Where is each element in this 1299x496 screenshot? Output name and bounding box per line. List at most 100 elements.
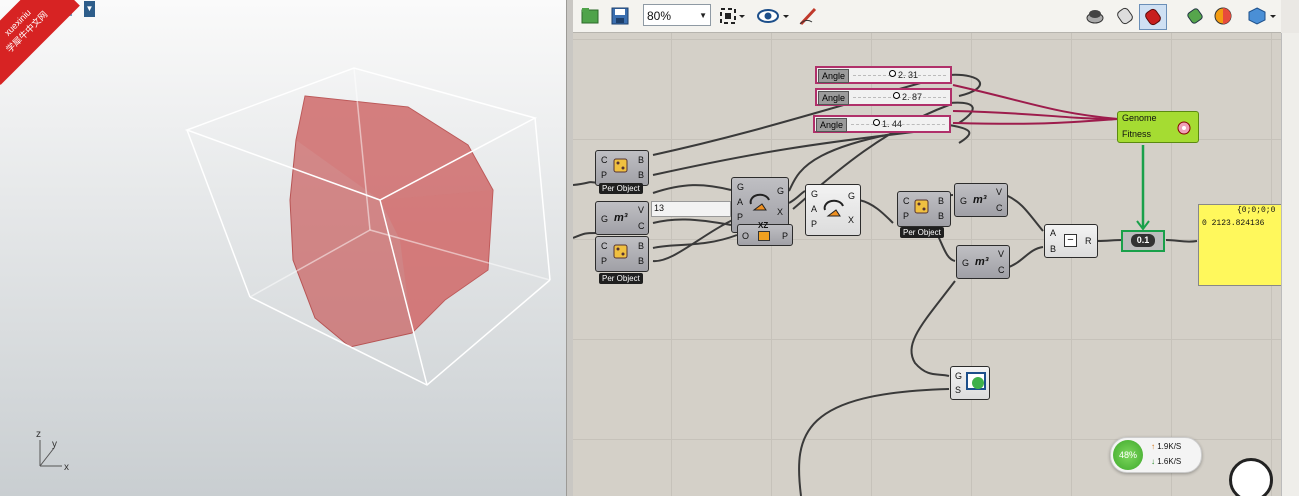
viewport-menu-button[interactable]: ▼ (84, 1, 95, 17)
preview-wire-icon[interactable] (1083, 5, 1107, 27)
viewport-scene: z y x (36, 67, 551, 473)
save-icon[interactable] (609, 5, 631, 27)
port-c[interactable]: C (638, 221, 645, 231)
port-r[interactable]: R (1085, 236, 1092, 246)
bake-icon[interactable] (1183, 5, 1207, 27)
angle-slider-3[interactable]: Angle 1. 44 (813, 115, 951, 133)
sketch-icon[interactable] (797, 5, 821, 27)
port-v[interactable]: V (998, 249, 1004, 259)
port-b[interactable]: B (638, 256, 644, 266)
preview-shaded-icon[interactable] (1113, 5, 1137, 27)
port-p[interactable]: P (737, 212, 743, 222)
panel-header: {0;0;0;0 (1237, 206, 1276, 215)
port-p[interactable]: P (601, 256, 607, 266)
open-file-icon[interactable] (579, 5, 601, 27)
port-c[interactable]: C (998, 265, 1005, 275)
port-b[interactable]: B (638, 170, 644, 180)
number-parameter[interactable]: 0.1 (1121, 230, 1165, 252)
volume-icon: m³ (614, 212, 628, 224)
galapagos-icon (1177, 121, 1191, 135)
port-g[interactable]: G (955, 371, 962, 381)
zoom-value: 80% (647, 9, 672, 23)
port-s[interactable]: S (955, 385, 961, 395)
number-slider[interactable]: 13 (651, 201, 731, 217)
random-reduce-component-3[interactable]: C P B B Per Object (897, 191, 951, 238)
port-b[interactable]: B (638, 241, 644, 251)
random-reduce-component-1[interactable]: C P B B Per Object (595, 150, 649, 194)
port-b[interactable]: B (638, 155, 644, 165)
port-a[interactable]: A (811, 204, 817, 214)
volume-component-2[interactable]: G V C m³ (954, 183, 1008, 217)
axis-x-label: x (64, 462, 69, 473)
xz-plane-icon: XZ (758, 221, 769, 230)
network-percent: 48% (1113, 440, 1143, 470)
network-speed-widget: 48% ↑ 1.9K/S ↓ 1.6K/S (1110, 437, 1202, 473)
angle-slider-1[interactable]: Angle 2. 31 (815, 66, 952, 84)
port-g[interactable]: G (848, 191, 855, 201)
axis-y-label: y (52, 439, 57, 450)
caption: Per Object (599, 273, 643, 284)
port-p[interactable]: P (782, 231, 788, 241)
port-p[interactable]: P (601, 170, 607, 180)
xz-plane-component[interactable]: O P XZ (737, 221, 793, 246)
port-o[interactable]: O (742, 231, 749, 241)
port-g[interactable]: G (962, 258, 969, 268)
zoom-extents-icon[interactable] (717, 5, 747, 27)
preview-eye-icon[interactable] (755, 5, 791, 27)
color-wheel-icon[interactable] (1211, 5, 1235, 27)
genome-port[interactable]: Genome (1122, 113, 1157, 123)
output-panel[interactable]: {0;0;0;0 0 2123.824136 (1198, 204, 1281, 286)
port-x[interactable]: X (848, 215, 854, 225)
dice-icon (914, 199, 929, 214)
caption: Per Object (599, 183, 643, 194)
slider-label: Angle (818, 69, 850, 83)
rotate-component-2[interactable]: G A P G X (805, 184, 861, 236)
rhino-viewport[interactable]: z y x ve ▼ xuexiniu 学犀牛中文网 (0, 0, 566, 496)
angle-slider-2[interactable]: Angle 2. 87 (815, 88, 952, 106)
port-p[interactable]: P (903, 211, 909, 221)
port-b[interactable]: B (1050, 244, 1056, 254)
port-x[interactable]: X (777, 207, 783, 217)
port-v[interactable]: V (638, 205, 644, 215)
zoom-select[interactable]: 80% ▼ (643, 4, 711, 26)
port-g[interactable]: G (811, 189, 818, 199)
random-reduce-component-2[interactable]: C P B B Per Object (595, 236, 649, 284)
dice-icon (613, 158, 628, 173)
port-b[interactable]: B (938, 196, 944, 206)
port-c[interactable]: C (601, 155, 608, 165)
port-g[interactable]: G (601, 214, 608, 224)
volume-component-1[interactable]: G V C m³ (595, 201, 649, 235)
port-g[interactable]: G (777, 186, 784, 196)
subtraction-component[interactable]: A B R − (1044, 224, 1098, 258)
display-icon[interactable] (1245, 5, 1279, 27)
fitness-port[interactable]: Fitness (1122, 129, 1151, 139)
minus-icon: − (1064, 234, 1077, 247)
navigation-compass-icon[interactable] (1229, 458, 1273, 496)
preview-icon (966, 372, 986, 390)
preview-selected-icon[interactable] (1139, 4, 1167, 30)
port-p[interactable]: P (811, 219, 817, 229)
port-b[interactable]: B (938, 211, 944, 221)
number-value: 0.1 (1131, 234, 1155, 247)
volume-component-3[interactable]: G V C m³ (956, 245, 1010, 279)
slider-value: 1. 44 (873, 117, 902, 131)
port-c[interactable]: C (996, 203, 1003, 213)
port-v[interactable]: V (996, 187, 1002, 197)
custom-preview-component[interactable]: G S (950, 366, 990, 400)
upload-speed: ↑ 1.9K/S (1151, 442, 1182, 451)
dice-icon (613, 244, 628, 259)
port-g[interactable]: G (737, 182, 744, 192)
panel-row: 0 2123.824136 (1202, 219, 1265, 228)
axis-z-label: z (36, 429, 41, 440)
port-a[interactable]: A (737, 197, 743, 207)
gh-canvas[interactable]: Angle 2. 31 Angle 2. 87 Angle 1. 44 Geno… (573, 33, 1281, 496)
port-g[interactable]: G (960, 196, 967, 206)
port-a[interactable]: A (1050, 228, 1056, 238)
port-c[interactable]: C (601, 241, 608, 251)
port-c[interactable]: C (903, 196, 910, 206)
number-value: 13 (654, 203, 665, 213)
galapagos-component[interactable]: Genome Fitness (1117, 111, 1199, 143)
vertical-scrollbar[interactable] (1281, 33, 1299, 496)
slider-value: 2. 87 (893, 90, 922, 104)
slider-value: 2. 31 (889, 68, 918, 82)
